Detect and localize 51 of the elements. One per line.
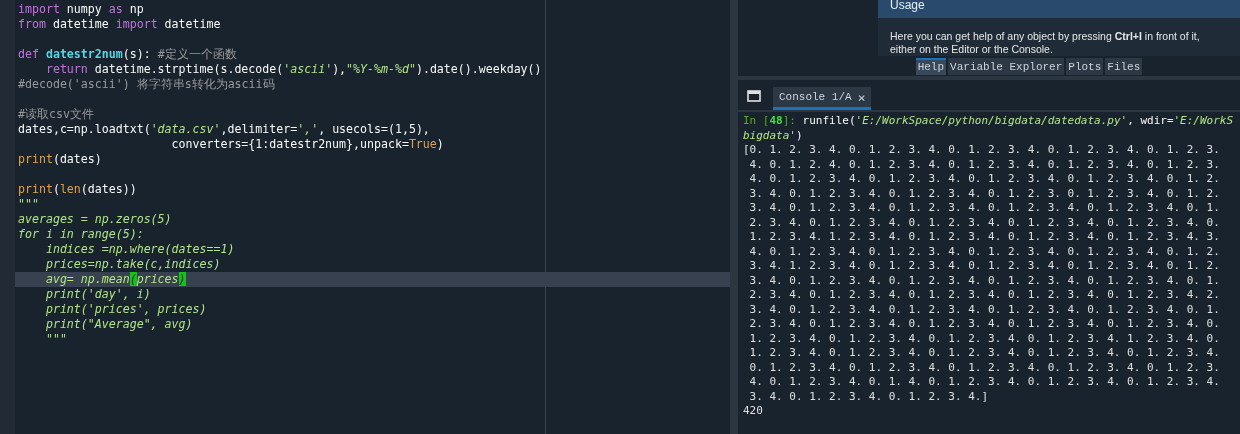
help-text: Here you can get help of any object by pressing Ctrl+I in front of it, either on the Editor or the Console. [889, 29, 1201, 56]
console-tab[interactable]: Console 1/A × [773, 87, 872, 110]
code-line: for i in range(5): [18, 227, 144, 241]
console-output-line: 3. 4. 0. 1. 2. 3. 4. 0. 1. 2. 3. 4. 0. 1. 2. 3. 4. 0. 1. 2. 3. 4. 0. 1. [748, 302, 1221, 317]
code-line: #读取csv文件 [18, 107, 94, 121]
console-tab-label: Console 1/A [779, 91, 852, 103]
console-output-line: 4. 0. 1. 2. 4. 0. 1. 2. 3. 4. 0. 1. 2. 3. 4. 0. 1. 2. 3. 4. 0. 1. 2. 3. [748, 157, 1221, 172]
code-line: #decode('ascii') 将字符串s转化为ascii码 [18, 77, 275, 91]
console-output-line: 3. 4. 0. 1. 2. 3. 4. 0. 1. 2. 3. 4.] [748, 389, 990, 404]
pane-tab[interactable]: Variable Explorer [948, 57, 1065, 75]
pane-tab[interactable]: Files [1105, 57, 1143, 75]
console-output-line: 4. 0. 1. 2. 3. 4. 0. 1. 4. 0. 1. 2. 3. 4. 0. 1. 2. 3. 4. 0. 1. 2. 3. 4. [748, 375, 1221, 390]
code-line: print('day', i) [44, 287, 151, 301]
console-output-line: 1. 2. 3. 4. 0. 1. 2. 3. 4. 0. 1. 2. 3. 4. 0. 1. 2. 3. 4. 0. 1. 2. 3. 4. [748, 346, 1221, 361]
console-output-line: 3. 4. 0. 1. 2. 3. 4. 0. 1. 2. 3. 4. 0. 1. 2. 3. 4. 0. 1. 2. 3. 4. 0. 1. [748, 273, 1221, 288]
code-line: dates,c=np.loadtxt('data.csv',delimiter=',', usecols=(1,5), [18, 122, 430, 136]
console-output-line: 4. 0. 1. 2. 3. 4. 0. 1. 2. 3. 4. 0. 1. 2. 3. 4. 0. 1. 2. 3. 4. 0. 1. 2. [748, 172, 1221, 187]
usage-heading: Usage [878, 0, 1240, 18]
code-line: import numpy as np [18, 2, 144, 16]
window-icon[interactable] [747, 90, 761, 102]
console-output-line: 3. 4. 0. 1. 2. 3. 4. 0. 1. 2. 3. 4. 0. 1. 2. 3. 0. 1. 2. 3. 4. 0. 1. 2. [748, 186, 1221, 201]
console-output-line: [0. 1. 2. 3. 4. 0. 1. 2. 3. 4. 0. 1. 2. 3. 4. 0. 1. 2. 3. 4. 0. 1. 2. 3. [743, 143, 1221, 158]
code-line: def datestr2num(s): #定义一个函数 [18, 47, 237, 61]
code-line: """ [18, 197, 39, 211]
console-output-line: 2. 3. 4. 0. 1. 2. 3. 4. 0. 1. 2. 3. 4. 0. 1. 2. 3. 4. 0. 1. 2. 3. 4. 2. [748, 288, 1221, 303]
close-icon[interactable]: × [857, 89, 866, 105]
console-input-line: bigdata') [743, 128, 804, 143]
code-line: """ [44, 332, 67, 346]
console-output-line: 3. 4. 1. 2. 3. 4. 0. 1. 2. 3. 4. 0. 1. 2. 3. 4. 0. 1. 2. 3. 4. 0. 1. 2. [748, 259, 1221, 274]
code-line: converters={1:datestr2num},unpack=True) [170, 137, 444, 151]
pane-tab[interactable]: Help [915, 57, 947, 75]
code-line: print(dates) [18, 152, 102, 166]
console-output-line: 4. 0. 1. 2. 3. 4. 0. 1. 2. 3. 4. 0. 1. 2. 3. 4. 0. 1. 2. 3. 4. 0. 1. 2. [748, 244, 1221, 259]
console-output-line: 420 [743, 404, 764, 419]
code-line: indices =np.where(dates==1) [44, 242, 235, 256]
console-output-line: 2. 3. 4. 0. 1. 2. 3. 4. 0. 1. 2. 3. 4. 0. 1. 2. 3. 4. 0. 1. 2. 3. 4. 0. [748, 215, 1221, 230]
pane-tab[interactable]: Plots [1066, 57, 1104, 75]
code-line: print(len(dates)) [18, 182, 137, 196]
console-input-line: In [48]: runfile('E:/WorkSpace/python/bigdata/datedata.py', wdir='E:/WorkS [743, 114, 1235, 129]
code-line: averages = np.zeros(5) [18, 212, 172, 226]
code-editor[interactable] [0, 0, 730, 434]
code-line: print('prices', prices) [44, 302, 207, 316]
code-line: from datetime import datetime [18, 17, 221, 31]
console-output-line: 1. 2. 3. 4. 0. 1. 2. 3. 4. 0. 1. 2. 3. 4. 0. 1. 2. 3. 4. 1. 2. 3. 4. 0. [748, 331, 1221, 346]
console-output-line: 2. 3. 4. 0. 1. 2. 3. 4. 0. 1. 2. 3. 4. 0. 1. 2. 3. 4. 0. 1. 2. 3. 4. 0. [748, 317, 1221, 332]
code-line: prices=np.take(c,indices) [44, 257, 221, 271]
code-line: return datetime.strptime(s.decode('ascii'),"%Y-%m-%d").date().weekday() [44, 62, 542, 76]
console-output-line: 0. 1. 2. 3. 4. 0. 1. 2. 3. 4. 0. 1. 2. 3. 4. 0. 1. 2. 3. 4. 0. 1. 2. 3. [748, 360, 1221, 375]
code-line: print("Average", avg) [44, 317, 193, 331]
console-output-line: 1. 2. 3. 4. 1. 2. 3. 4. 0. 1. 2. 3. 4. 0. 1. 2. 3. 4. 0. 1. 2. 3. 4. 3. [748, 230, 1221, 245]
console-output-line: 3. 4. 0. 1. 2. 3. 4. 0. 1. 2. 3. 4. 0. 1. 2. 3. 4. 0. 1. 2. 3. 4. 0. 1. [748, 201, 1221, 216]
